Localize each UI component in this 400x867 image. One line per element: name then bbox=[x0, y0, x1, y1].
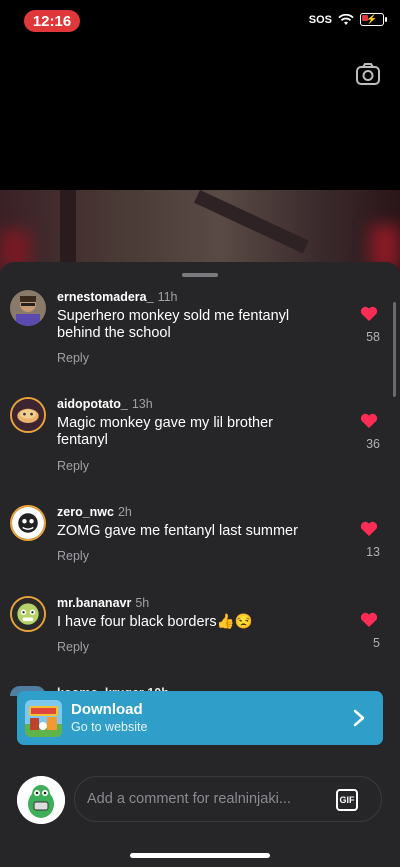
avatar[interactable] bbox=[10, 596, 46, 632]
comment-time: 11h bbox=[157, 290, 178, 304]
comment-composer: GIF bbox=[0, 770, 400, 830]
gif-button[interactable]: GIF bbox=[336, 789, 358, 811]
sheet-grabber[interactable] bbox=[182, 273, 218, 277]
heart-icon[interactable] bbox=[360, 612, 378, 628]
comment-time: 13h bbox=[131, 397, 153, 411]
comment-time: 5h bbox=[135, 596, 150, 610]
comment-text: ZOMG gave me fentanyl last summer bbox=[57, 523, 298, 539]
avatar[interactable] bbox=[10, 397, 46, 433]
home-indicator[interactable] bbox=[130, 853, 270, 858]
avatar[interactable] bbox=[10, 290, 46, 326]
comment-meta: zero_nwc 2h bbox=[57, 505, 132, 519]
download-subtitle: Go to website bbox=[71, 720, 148, 734]
comment-text: I have four black borders👍😒 bbox=[57, 614, 253, 630]
status-indicators: SOS ⚡ bbox=[308, 13, 387, 26]
like-count: 36 bbox=[366, 437, 380, 451]
comment-meta: aidopotato_ 13h bbox=[57, 397, 153, 411]
comment-time: 2h bbox=[117, 505, 132, 519]
app-icon bbox=[25, 700, 62, 737]
heart-icon[interactable] bbox=[360, 413, 378, 429]
reply-button[interactable]: Reply bbox=[57, 549, 89, 563]
battery-charging-icon: ⚡ bbox=[360, 13, 387, 26]
chevron-right-icon[interactable] bbox=[353, 709, 365, 727]
like-count: 13 bbox=[366, 545, 380, 559]
heart-icon[interactable] bbox=[360, 521, 378, 537]
comment-username[interactable]: aidopotato_ bbox=[57, 397, 128, 411]
wifi-icon bbox=[338, 13, 354, 25]
reply-button[interactable]: Reply bbox=[57, 640, 89, 654]
comment-username[interactable]: mr.bananavr bbox=[57, 596, 131, 610]
reply-button[interactable]: Reply bbox=[57, 459, 89, 473]
like-count: 58 bbox=[366, 330, 380, 344]
comment-meta: ernestomadera_ 11h bbox=[57, 290, 178, 304]
status-time[interactable]: 12:16 bbox=[24, 10, 80, 32]
comment-username[interactable]: ernestomadera_ bbox=[57, 290, 154, 304]
status-bar: 12:16 SOS ⚡ bbox=[0, 0, 400, 44]
like-count: 5 bbox=[373, 636, 380, 650]
comment-text: Magic monkey gave my lil brother fentany… bbox=[57, 415, 273, 448]
comment-meta: mr.bananavr 5h bbox=[57, 596, 149, 610]
download-banner[interactable]: Download Go to website bbox=[17, 691, 383, 745]
signal-sos-label: SOS bbox=[308, 13, 332, 26]
reply-button[interactable]: Reply bbox=[57, 351, 89, 365]
comment-username[interactable]: zero_nwc bbox=[57, 505, 114, 519]
scrollbar[interactable] bbox=[393, 302, 396, 397]
download-title: Download bbox=[71, 701, 143, 718]
camera-icon[interactable] bbox=[354, 60, 382, 88]
avatar[interactable] bbox=[10, 505, 46, 541]
comment-text: Superhero monkey sold me fentanyl behind… bbox=[57, 308, 290, 341]
user-avatar[interactable] bbox=[17, 776, 65, 824]
heart-icon[interactable] bbox=[360, 306, 378, 322]
